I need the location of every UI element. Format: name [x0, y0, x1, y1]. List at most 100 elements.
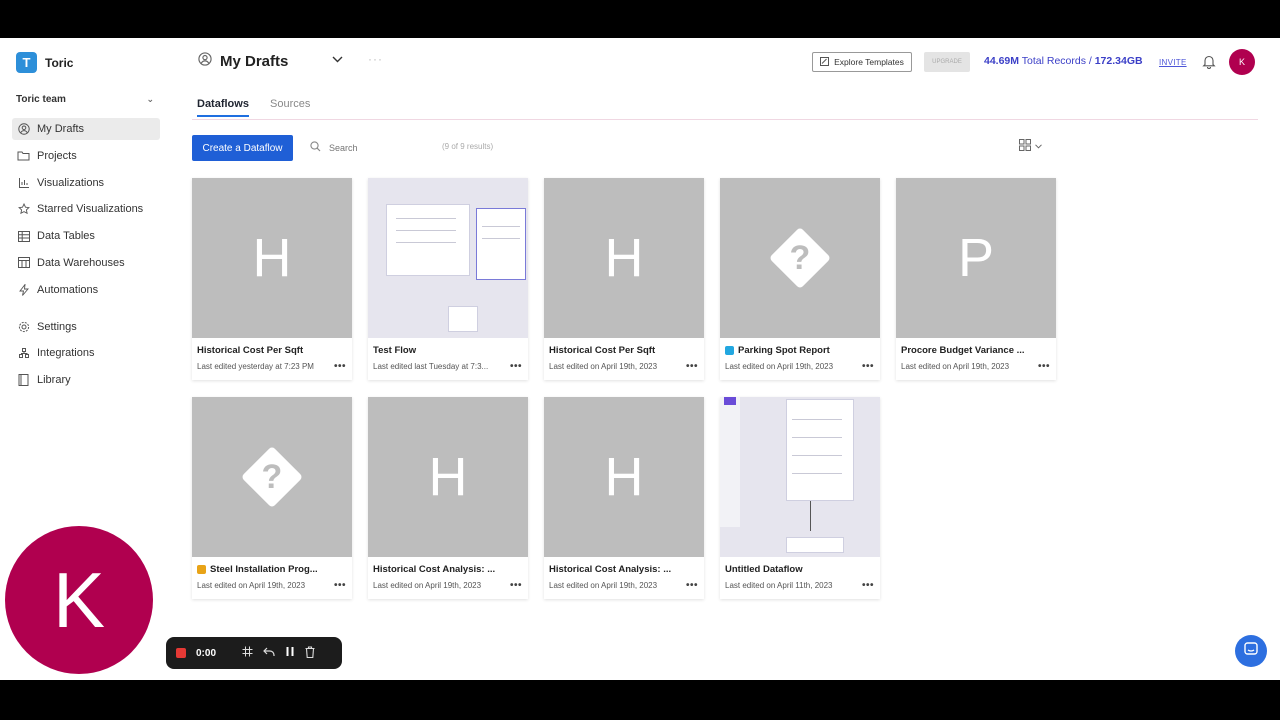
team-label: Toric team — [16, 94, 66, 105]
dataflow-card[interactable]: Test Flow Last edited last Tuesday at 7:… — [368, 178, 528, 380]
sidebar-item-label: Starred Visualizations — [37, 203, 144, 216]
card-thumbnail-preview — [720, 397, 880, 557]
records-summary: 44.69M Total Records / 172.34GB — [984, 55, 1143, 67]
sidebar-item-label: Visualizations — [37, 176, 105, 189]
card-last-edited: Last edited on April 19th, 2023 — [725, 362, 834, 371]
card-title: Historical Cost Analysis: ... — [373, 564, 503, 575]
more-options-icon[interactable]: ••• — [686, 361, 698, 372]
card-last-edited: Last edited on April 19th, 2023 — [197, 581, 306, 590]
more-options-icon[interactable]: ••• — [510, 361, 522, 372]
more-options-icon[interactable]: ••• — [334, 580, 346, 591]
undo-icon[interactable] — [263, 647, 275, 660]
more-options-icon[interactable]: ••• — [686, 580, 698, 591]
sidebar-item-label: My Drafts — [37, 123, 85, 135]
stop-recording-icon[interactable] — [176, 648, 186, 658]
pause-icon[interactable] — [285, 646, 295, 660]
card-title: Historical Cost Per Sqft — [549, 345, 679, 356]
preview-line — [792, 419, 842, 420]
dataflow-card[interactable]: H Historical Cost Per Sqft Last edited o… — [544, 178, 704, 380]
sidebar-item-automations[interactable]: Automations — [12, 279, 160, 301]
sidebar-item-library[interactable]: Library — [12, 369, 160, 391]
brand-logo: T — [16, 52, 37, 73]
sidebar-item-data-warehouses[interactable]: Data Warehouses — [12, 252, 160, 274]
chevron-down-icon[interactable] — [332, 54, 343, 66]
webcam-avatar: K — [5, 526, 153, 674]
dataflow-card[interactable]: H Historical Cost Analysis: ... Last edi… — [544, 397, 704, 599]
preview-panel — [476, 208, 526, 280]
user-avatar[interactable]: K — [1229, 49, 1255, 75]
card-title: Test Flow — [373, 345, 503, 356]
card-last-edited: Last edited on April 19th, 2023 — [549, 362, 658, 371]
chat-support-button[interactable] — [1235, 635, 1267, 667]
card-thumbnail: H — [368, 397, 528, 557]
unknown-source-icon: ? — [768, 226, 832, 290]
card-title-text: Historical Cost Analysis: ... — [373, 564, 496, 575]
sidebar-item-starred-visualizations[interactable]: Starred Visualizations — [12, 198, 160, 220]
source-tag-icon — [197, 565, 206, 574]
dataflow-card[interactable]: Untitled Dataflow Last edited on April 1… — [720, 397, 880, 599]
team-selector[interactable]: Toric team ⌄ — [16, 94, 154, 105]
preview-connector — [810, 501, 811, 531]
source-tag-icon — [725, 346, 734, 355]
integrations-icon — [17, 347, 30, 360]
preview-line — [396, 242, 456, 243]
book-icon — [17, 374, 30, 387]
card-last-edited: Last edited on April 19th, 2023 — [549, 581, 658, 590]
card-title-text: Steel Installation Prog... — [210, 564, 318, 575]
grid-dots-icon[interactable] — [242, 646, 253, 660]
card-title-text: Untitled Dataflow — [725, 564, 803, 575]
more-options-icon[interactable]: ••• — [862, 361, 874, 372]
sidebar-item-label: Settings — [37, 320, 77, 333]
sidebar-item-my-drafts[interactable]: My Drafts — [12, 118, 160, 140]
card-last-edited: Last edited yesterday at 7:23 PM — [197, 362, 314, 371]
sidebar-item-label: Library — [37, 374, 71, 387]
preview-line — [482, 226, 520, 227]
explore-templates-button[interactable]: Explore Templates — [812, 52, 912, 72]
dataflow-card[interactable]: ? Steel Installation Prog... Last edited… — [192, 397, 352, 599]
more-options-icon[interactable]: ··· — [368, 52, 383, 66]
page-title: My Drafts — [220, 53, 289, 70]
dataflow-card[interactable]: P Procore Budget Variance ... Last edite… — [896, 178, 1056, 380]
card-title-text: Parking Spot Report — [738, 345, 830, 356]
dataflow-card[interactable]: H Historical Cost Analysis: ... Last edi… — [368, 397, 528, 599]
more-options-icon[interactable]: ••• — [510, 580, 522, 591]
more-options-icon[interactable]: ••• — [862, 580, 874, 591]
chevron-down-icon — [1035, 142, 1042, 151]
tab-dataflows[interactable]: Dataflows — [197, 98, 249, 117]
thumbnail-letter: H — [604, 447, 644, 507]
chevron-down-icon: ⌄ — [146, 94, 154, 104]
search-box[interactable] — [310, 139, 428, 157]
tab-bar: Dataflows Sources — [192, 96, 1258, 120]
more-options-icon[interactable]: ••• — [334, 361, 346, 372]
brand-name: Toric — [45, 55, 74, 70]
sidebar-item-projects[interactable]: Projects — [12, 145, 160, 167]
sidebar-item-integrations[interactable]: Integrations — [12, 342, 160, 364]
top-header: My Drafts ··· Explore Templates UPGRADE … — [192, 38, 1280, 88]
upgrade-button[interactable]: UPGRADE — [924, 52, 970, 72]
invite-link[interactable]: INVITE — [1159, 58, 1187, 67]
dataflow-card[interactable]: ? Parking Spot Report Last edited on Apr… — [720, 178, 880, 380]
brand[interactable]: T Toric — [16, 52, 73, 73]
preview-line — [792, 455, 842, 456]
storage-size: 172.34GB — [1094, 55, 1143, 67]
view-toggle[interactable] — [1019, 139, 1042, 153]
dataflow-card[interactable]: H Historical Cost Per Sqft Last edited y… — [192, 178, 352, 380]
preview-line — [482, 238, 520, 239]
search-input[interactable] — [329, 143, 419, 153]
sidebar-item-label: Projects — [37, 149, 77, 162]
sidebar-item-label: Data Tables — [37, 230, 95, 243]
create-dataflow-button[interactable]: Create a Dataflow — [192, 135, 293, 161]
card-last-edited: Last edited last Tuesday at 7:3... — [373, 362, 489, 371]
more-options-icon[interactable]: ••• — [1038, 361, 1050, 372]
recording-timer: 0:00 — [196, 647, 217, 659]
tab-sources[interactable]: Sources — [270, 98, 310, 110]
trash-icon[interactable] — [305, 645, 315, 661]
sidebar-item-data-tables[interactable]: Data Tables — [12, 225, 160, 247]
bell-icon[interactable] — [1202, 54, 1216, 74]
sidebar-item-label: Data Warehouses — [37, 256, 125, 269]
card-title-text: Test Flow — [373, 345, 417, 356]
sidebar-item-visualizations[interactable]: Visualizations — [12, 172, 160, 194]
sidebar-item-settings[interactable]: Settings — [12, 316, 160, 338]
card-title-text: Historical Cost Per Sqft — [197, 345, 304, 356]
unknown-source-icon: ? — [240, 445, 304, 509]
